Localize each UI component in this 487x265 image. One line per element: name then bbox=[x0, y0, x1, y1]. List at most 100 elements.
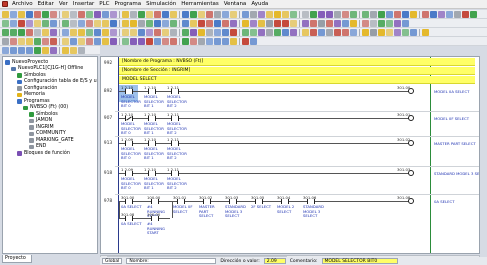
toolbar-button-icon[interactable] bbox=[214, 37, 221, 45]
toolbar-button-icon[interactable] bbox=[70, 10, 77, 18]
toolbar-button-icon[interactable] bbox=[62, 37, 69, 45]
toolbar-button-icon[interactable] bbox=[130, 10, 137, 18]
toolbar-button-icon[interactable] bbox=[190, 10, 197, 18]
project-tree[interactable]: NuevoProyecto NuevoPLC1[CJ1G-H] Offline Sí… bbox=[2, 56, 98, 254]
toolbar-button-icon[interactable] bbox=[230, 19, 237, 27]
toolbar-button-icon[interactable] bbox=[62, 28, 69, 36]
toolbar-button-icon[interactable] bbox=[342, 19, 349, 27]
toolbar-button-icon[interactable] bbox=[110, 37, 117, 45]
toolbar-button-icon[interactable] bbox=[250, 10, 257, 18]
toolbar-button-icon[interactable] bbox=[362, 28, 369, 36]
toolbar-button-icon[interactable] bbox=[318, 28, 325, 36]
toolbar-button-icon[interactable] bbox=[378, 19, 385, 27]
toolbar-button-icon[interactable] bbox=[146, 37, 153, 45]
toolbar-button-icon[interactable] bbox=[78, 46, 85, 54]
toolbar-button-icon[interactable] bbox=[34, 37, 41, 45]
toolbar-button-icon[interactable] bbox=[386, 10, 393, 18]
tree-item[interactable]: Bloques de función bbox=[4, 150, 96, 157]
toolbar-button-icon[interactable] bbox=[362, 19, 369, 27]
toolbar-button-icon[interactable] bbox=[86, 37, 93, 45]
toolbar-button-icon[interactable] bbox=[94, 28, 101, 36]
toolbar-button-icon[interactable] bbox=[2, 10, 9, 18]
toolbar-button-icon[interactable] bbox=[230, 10, 237, 18]
toolbar-button-icon[interactable] bbox=[198, 37, 205, 45]
toolbar-button-icon[interactable] bbox=[26, 19, 33, 27]
toolbar-button-icon[interactable] bbox=[258, 10, 265, 18]
toolbar-button-icon[interactable] bbox=[86, 19, 93, 27]
coil-symbol[interactable] bbox=[408, 88, 414, 94]
coil-symbol[interactable] bbox=[408, 198, 414, 204]
toolbar-button-icon[interactable] bbox=[350, 28, 357, 36]
toolbar-button-icon[interactable] bbox=[274, 10, 281, 18]
toolbar-button-icon[interactable] bbox=[370, 10, 377, 18]
ladder-editor[interactable]: 992 [Nombre de Programa : NVBSO (Ft)] [N… bbox=[100, 56, 480, 254]
toolbar-button-icon[interactable] bbox=[230, 37, 237, 45]
toolbar-button-icon[interactable] bbox=[2, 46, 9, 54]
toolbar-button-icon[interactable] bbox=[282, 28, 289, 36]
toolbar-button-icon[interactable] bbox=[214, 28, 221, 36]
toolbar-button-icon[interactable] bbox=[2, 19, 9, 27]
toolbar-button-icon[interactable] bbox=[94, 37, 101, 45]
toolbar-button-icon[interactable] bbox=[394, 19, 401, 27]
toolbar-button-icon[interactable] bbox=[310, 28, 317, 36]
toolbar-button-icon[interactable] bbox=[18, 37, 25, 45]
toolbar-button-icon[interactable] bbox=[50, 46, 57, 54]
menu-ayuda[interactable]: Ayuda bbox=[250, 1, 269, 7]
toolbar-button-icon[interactable] bbox=[42, 46, 49, 54]
toolbar-button-icon[interactable] bbox=[190, 37, 197, 45]
toolbar-button-icon[interactable] bbox=[162, 37, 169, 45]
toolbar-button-icon[interactable] bbox=[110, 10, 117, 18]
toolbar-button-icon[interactable] bbox=[310, 19, 317, 27]
toolbar-button-icon[interactable] bbox=[86, 10, 93, 18]
toolbar-button-icon[interactable] bbox=[10, 37, 17, 45]
toolbar-button-icon[interactable] bbox=[310, 10, 317, 18]
toolbar-button-icon[interactable] bbox=[326, 19, 333, 27]
toolbar-button-icon[interactable] bbox=[342, 28, 349, 36]
toolbar-button-icon[interactable] bbox=[350, 10, 357, 18]
toolbar-button-icon[interactable] bbox=[402, 28, 409, 36]
menu-ver[interactable]: Ver bbox=[58, 1, 69, 7]
toolbar-button-icon[interactable] bbox=[214, 10, 221, 18]
toolbar-button-icon[interactable] bbox=[170, 19, 177, 27]
toolbar-button-icon[interactable] bbox=[42, 28, 49, 36]
toolbar-button-icon[interactable] bbox=[130, 28, 137, 36]
toolbar-button-icon[interactable] bbox=[182, 37, 189, 45]
toolbar-button-icon[interactable] bbox=[154, 37, 161, 45]
toolbar-button-icon[interactable] bbox=[378, 10, 385, 18]
toolbar-button-icon[interactable] bbox=[42, 10, 49, 18]
toolbar-button-icon[interactable] bbox=[462, 10, 469, 18]
toolbar-button-icon[interactable] bbox=[34, 10, 41, 18]
menu-programa[interactable]: Programa bbox=[114, 1, 143, 7]
toolbar-button-icon[interactable] bbox=[250, 28, 257, 36]
toolbar-button-icon[interactable] bbox=[402, 19, 409, 27]
toolbar-button-icon[interactable] bbox=[242, 37, 249, 45]
toolbar-button-icon[interactable] bbox=[290, 28, 297, 36]
toolbar-button-icon[interactable] bbox=[18, 46, 25, 54]
toolbar-button-icon[interactable] bbox=[50, 10, 57, 18]
coil-symbol[interactable] bbox=[408, 115, 414, 121]
toolbar-button-icon[interactable] bbox=[318, 10, 325, 18]
toolbar-button-icon[interactable] bbox=[50, 19, 57, 27]
toolbar-button-icon[interactable] bbox=[42, 19, 49, 27]
status-name-field[interactable]: Nombre: bbox=[126, 258, 217, 264]
menu-editar[interactable]: Editar bbox=[37, 1, 55, 7]
toolbar-button-icon[interactable] bbox=[26, 10, 33, 18]
toolbar-button-icon[interactable] bbox=[222, 10, 229, 18]
toolbar-button-icon[interactable] bbox=[110, 19, 117, 27]
toolbar-button-icon[interactable] bbox=[454, 10, 461, 18]
toolbar-button-icon[interactable] bbox=[190, 28, 197, 36]
toolbar-button-icon[interactable] bbox=[154, 19, 161, 27]
toolbar-button-icon[interactable] bbox=[26, 28, 33, 36]
toolbar-button-icon[interactable] bbox=[334, 28, 341, 36]
menu-herramientas[interactable]: Herramientas bbox=[180, 1, 219, 7]
toolbar-button-icon[interactable] bbox=[130, 37, 137, 45]
toolbar-button-icon[interactable] bbox=[326, 10, 333, 18]
toolbar-button-icon[interactable] bbox=[222, 37, 229, 45]
toolbar-button-icon[interactable] bbox=[78, 19, 85, 27]
toolbar-button-icon[interactable] bbox=[290, 10, 297, 18]
toolbar-button-icon[interactable] bbox=[230, 28, 237, 36]
toolbar-button-icon[interactable] bbox=[10, 10, 17, 18]
toolbar-button-icon[interactable] bbox=[470, 10, 477, 18]
toolbar-button-icon[interactable] bbox=[422, 10, 429, 18]
toolbar-button-icon[interactable] bbox=[410, 28, 417, 36]
